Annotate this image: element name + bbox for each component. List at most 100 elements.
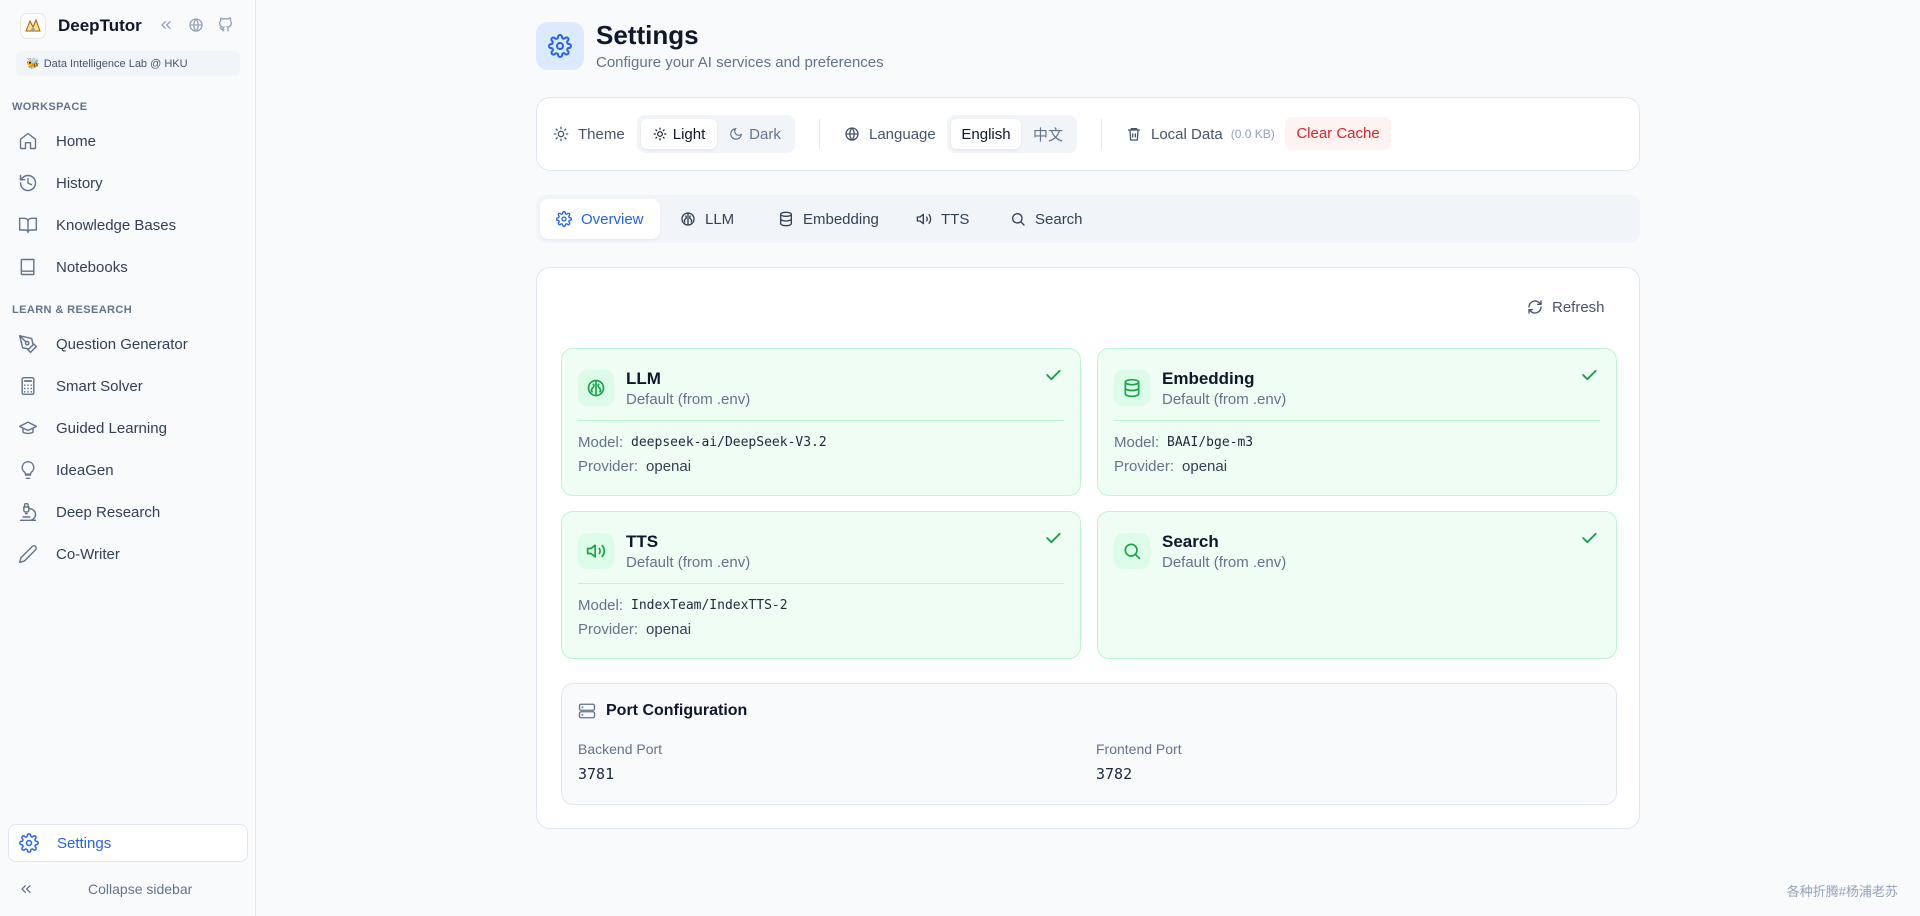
sidebar-item-label: Settings — [57, 834, 112, 852]
home-icon — [19, 132, 37, 150]
search-icon — [1012, 213, 1025, 226]
sidebar-item-settings[interactable]: Settings — [8, 824, 248, 862]
model-value: BAAI/bge-m3 — [1167, 435, 1254, 450]
refresh-button[interactable]: Refresh — [1527, 296, 1605, 318]
pencil-icon — [18, 545, 37, 564]
calculator-icon — [21, 376, 35, 396]
watermark: 各种折腾#杨浦老苏 — [1786, 884, 1898, 899]
settings-header-icon — [536, 22, 584, 70]
sidebar-item-question-generator[interactable]: Question Generator — [8, 325, 248, 363]
divider — [819, 119, 820, 149]
sidebar-item-notebooks[interactable]: Notebooks — [8, 248, 248, 286]
model-row: Model: BAAI/bge-m3 — [1114, 434, 1254, 451]
service-name: Search — [1162, 532, 1219, 551]
model-value: IndexTeam/IndexTTS-2 — [631, 598, 788, 613]
research-section-label: LEARN & RESEARCH — [12, 304, 133, 316]
bee-icon: 🐝 — [26, 58, 40, 70]
provider-row: Provider: openai — [1114, 458, 1228, 475]
sidebar-item-history[interactable]: History — [8, 164, 248, 202]
frontend-port-label: Frontend Port — [1096, 741, 1182, 757]
language-chinese-button[interactable]: 中文 — [1023, 119, 1073, 149]
page-subtitle: Configure your AI services and preferenc… — [596, 54, 884, 71]
sidebar-item-knowledge-bases[interactable]: Knowledge Bases — [8, 206, 248, 244]
llm-service-card: LLM Default (from .env) Model: deepseek-… — [561, 348, 1081, 496]
model-value: deepseek-ai/DeepSeek-V3.2 — [631, 435, 827, 450]
tab-search[interactable]: Search — [994, 199, 1099, 239]
database-icon — [780, 211, 792, 227]
sidebar-item-label: IdeaGen — [56, 461, 114, 479]
sidebar-item-guided-learning[interactable]: Guided Learning — [8, 409, 248, 447]
sidebar-item-home[interactable]: Home — [8, 122, 248, 160]
service-name: Embedding — [1162, 369, 1255, 388]
tab-overview[interactable]: Overview — [540, 199, 660, 239]
graduation-cap-icon — [18, 421, 38, 435]
model-row: Model: IndexTeam/IndexTTS-2 — [578, 597, 788, 614]
pen-tool-icon — [18, 334, 38, 354]
sidebar-item-label: Question Generator — [56, 335, 188, 353]
backend-port-value: 3781 — [578, 765, 615, 783]
provider-value: openai — [646, 458, 692, 475]
divider — [1114, 420, 1600, 421]
preferences-bar: Theme Light Dark Language English 中文 Loc… — [536, 97, 1640, 171]
theme-dark-button[interactable]: Dark — [719, 119, 791, 149]
workspace-section-label: WORKSPACE — [12, 101, 88, 113]
tab-embedding[interactable]: Embedding — [762, 199, 895, 239]
theme-light-button[interactable]: Light — [641, 119, 717, 149]
moon-icon — [730, 128, 743, 140]
clear-cache-button[interactable]: Clear Cache — [1285, 117, 1391, 150]
sun-icon — [553, 126, 569, 142]
divider — [578, 583, 1064, 584]
globe-icon — [845, 127, 859, 141]
collapse-sidebar-button[interactable]: Collapse sidebar — [8, 876, 248, 902]
page-title: Settings — [596, 20, 699, 50]
tab-tts[interactable]: TTS — [900, 199, 985, 239]
language-toggle: English 中文 — [947, 115, 1077, 153]
check-icon — [1046, 369, 1061, 381]
language-english-button[interactable]: English — [951, 119, 1021, 149]
collapse-sidebar-icon[interactable] — [156, 15, 176, 35]
app-logo — [20, 13, 46, 39]
settings-tabs: Overview LLM Embedding TTS Search — [536, 195, 1640, 243]
divider — [1101, 119, 1102, 149]
tts-service-card: TTS Default (from .env) Model: IndexTeam… — [561, 511, 1081, 659]
sidebar-item-smart-solver[interactable]: Smart Solver — [8, 367, 248, 405]
brain-icon — [578, 370, 614, 406]
sun-icon — [653, 127, 667, 141]
book-open-icon — [18, 217, 38, 234]
app-name: DeepTutor — [58, 16, 142, 35]
server-icon — [578, 703, 596, 719]
sidebar-item-label: Guided Learning — [56, 419, 167, 437]
notebook-icon — [20, 258, 35, 276]
history-icon — [19, 174, 37, 192]
port-configuration-card: Port Configuration Backend Port 3781 Fro… — [561, 683, 1617, 805]
service-source: Default (from .env) — [1162, 391, 1287, 408]
service-source: Default (from .env) — [626, 391, 751, 408]
provider-row: Provider: openai — [578, 621, 692, 638]
divider — [578, 420, 1064, 421]
service-source: Default (from .env) — [1162, 554, 1287, 571]
frontend-port-value: 3782 — [1096, 765, 1133, 783]
globe-icon[interactable] — [186, 15, 206, 35]
sidebar-item-deep-research[interactable]: Deep Research — [8, 493, 248, 531]
lab-badge-text: Data Intelligence Lab @ HKU — [43, 57, 188, 70]
service-name: LLM — [626, 369, 661, 388]
chevrons-left-icon — [21, 885, 31, 893]
sidebar-item-co-writer[interactable]: Co-Writer — [8, 535, 248, 573]
gear-icon — [19, 833, 39, 853]
tab-llm[interactable]: LLM — [664, 199, 750, 239]
sidebar-item-label: History — [56, 174, 103, 192]
refresh-icon — [1528, 300, 1542, 314]
trash-icon — [1128, 127, 1140, 141]
github-icon[interactable] — [216, 15, 236, 35]
gear-icon — [556, 211, 572, 227]
check-icon — [1046, 532, 1061, 544]
database-icon — [1114, 370, 1150, 406]
provider-value: openai — [1182, 458, 1228, 475]
model-row: Model: deepseek-ai/DeepSeek-V3.2 — [578, 434, 827, 451]
language-label: Language — [844, 98, 936, 170]
search-icon — [1114, 533, 1150, 569]
sidebar-item-ideagen[interactable]: IdeaGen — [8, 451, 248, 489]
lab-badge[interactable]: 🐝 Data Intelligence Lab @ HKU — [16, 51, 240, 76]
brand: DeepTutor — [20, 13, 142, 39]
lightbulb-icon — [21, 460, 35, 480]
